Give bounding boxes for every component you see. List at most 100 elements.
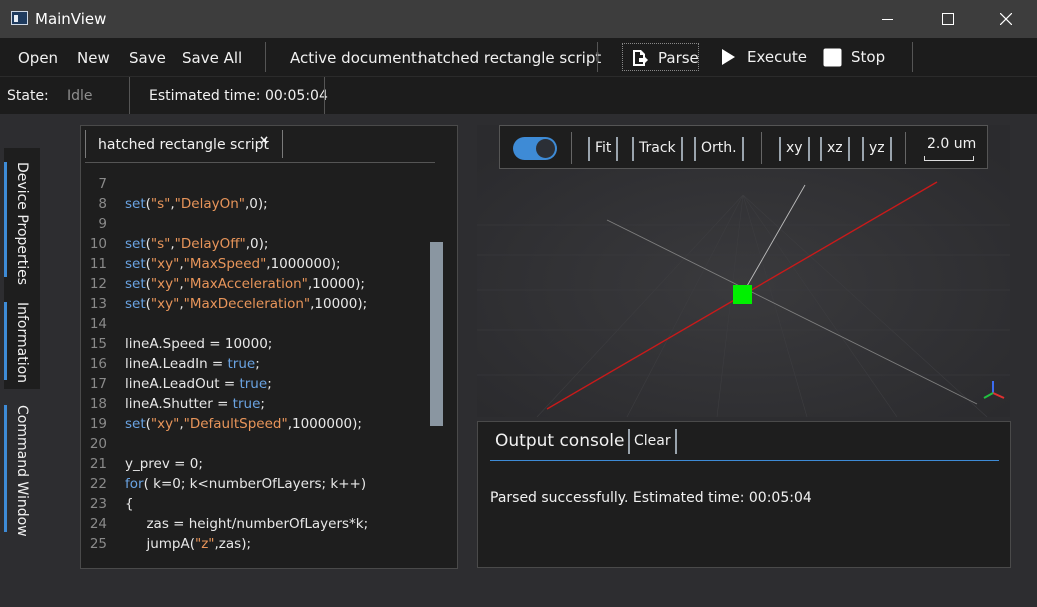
line-number: 8: [98, 196, 107, 212]
code-line: 25 jumpA("z",zas);: [81, 536, 441, 556]
side-tab-accent: [4, 405, 7, 532]
close-window-button[interactable]: [983, 0, 1029, 38]
scale-label: 2.0 um: [927, 136, 977, 152]
line-number: 14: [89, 316, 107, 332]
code-text: set("s","DelayOff",0);: [125, 236, 269, 252]
code-line: 9: [81, 216, 441, 236]
status-bar: State: Idle Estimated time: 00:05:04: [0, 76, 1037, 114]
line-number: 18: [89, 396, 107, 412]
app-window-icon: [11, 11, 28, 25]
code-line: 21 y_prev = 0;: [81, 456, 441, 476]
side-tab-accent: [4, 162, 7, 277]
execute-button[interactable]: Execute: [715, 43, 807, 71]
scale-bar: [924, 156, 974, 161]
output-console: Output console Clear Parsed successfully…: [477, 421, 1011, 568]
side-tab-label: Command Window: [14, 405, 30, 537]
save-button[interactable]: Save: [129, 49, 166, 67]
code-line: 16 lineA.LeadIn = true;: [81, 356, 441, 376]
play-icon: [722, 49, 735, 65]
view-xz-button[interactable]: xz: [820, 137, 850, 161]
code-line: 12 set("xy","MaxAcceleration",10000);: [81, 276, 441, 296]
editor-scrollbar-thumb[interactable]: [430, 242, 443, 426]
editor-tab[interactable]: hatched rectangle script ×: [85, 130, 284, 158]
line-number: 15: [89, 336, 107, 352]
code-area[interactable]: 7 8 set("s","DelayOn",0); 9 10 set("s","Delay…: [81, 176, 441, 556]
code-line: 19 set("xy","DefaultSpeed",1000000);: [81, 416, 441, 436]
code-text: jumpA("z",zas);: [125, 536, 252, 552]
view-toolbar: Fit Track Orth. xy xz yz 2.0 um: [499, 125, 988, 169]
code-text: lineA.Shutter = true;: [125, 396, 265, 412]
toolbar-separator: [265, 42, 266, 72]
toolbar-separator: [597, 42, 598, 72]
title-bar: MainView: [0, 0, 1037, 38]
line-number: 10: [89, 236, 107, 252]
track-button[interactable]: Track: [632, 137, 683, 161]
code-line: 7: [81, 176, 441, 196]
stop-button[interactable]: Stop: [820, 43, 890, 71]
line-number: 12: [89, 276, 107, 292]
code-text: set("xy","MaxSpeed",1000000);: [125, 256, 341, 272]
view-xy-button[interactable]: xy: [779, 137, 810, 161]
active-document-name: hatched rectangle script: [418, 49, 602, 67]
line-number: 16: [89, 356, 107, 372]
code-line: 18 lineA.Shutter = true;: [81, 396, 441, 416]
side-tab-command-window[interactable]: Command Window: [4, 405, 40, 537]
clear-console-button[interactable]: Clear: [628, 429, 677, 454]
code-text: set("xy","MaxAcceleration",10000);: [125, 276, 365, 292]
state-value: Idle: [67, 88, 93, 104]
line-number: 23: [89, 496, 107, 512]
editor-tab-title: hatched rectangle script: [98, 137, 270, 153]
main-toolbar: Open New Save Save All Active document: …: [0, 38, 1037, 76]
fit-button[interactable]: Fit: [588, 137, 619, 161]
side-tab-information[interactable]: Information: [4, 302, 40, 383]
view-toolbar-separator: [761, 132, 762, 164]
close-icon: [1000, 13, 1012, 25]
code-line: 17 lineA.LeadOut = true;: [81, 376, 441, 396]
minimize-button[interactable]: [864, 0, 910, 38]
code-line: 24 zas = height/numberOfLayers*k;: [81, 516, 441, 536]
view-yz-button[interactable]: yz: [862, 137, 892, 161]
status-separator: [324, 77, 325, 114]
active-document-label: Active document:: [290, 49, 422, 67]
window-title: MainView: [35, 10, 107, 28]
side-tab-label: Device Properties: [14, 162, 30, 286]
code-line: 20: [81, 436, 441, 456]
code-text: lineA.LeadOut = true;: [125, 376, 272, 392]
position-marker[interactable]: [733, 285, 752, 304]
code-text: set("s","DelayOn",0);: [125, 196, 268, 212]
maximize-button[interactable]: [924, 0, 970, 38]
save-all-button[interactable]: Save All: [182, 49, 242, 67]
line-number: 7: [98, 176, 107, 192]
code-text: lineA.Speed = 10000;: [125, 336, 273, 352]
new-button[interactable]: New: [77, 49, 110, 67]
status-separator: [129, 77, 130, 114]
parse-icon: [633, 50, 648, 66]
code-line: 22 for( k=0; k<numberOfLayers; k++): [81, 476, 441, 496]
stop-label: Stop: [851, 48, 886, 66]
side-tab-device-properties[interactable]: Device Properties: [4, 162, 40, 285]
stop-icon: [823, 48, 842, 67]
line-number: 24: [89, 516, 107, 532]
tab-close-icon[interactable]: ×: [259, 133, 269, 147]
code-text: for( k=0; k<numberOfLayers; k++): [125, 476, 367, 492]
code-line: 8 set("s","DelayOn",0);: [81, 196, 441, 216]
console-message: Parsed successfully. Estimated time: 00:…: [490, 490, 812, 506]
line-number: 19: [89, 416, 107, 432]
code-line: 15 lineA.Speed = 10000;: [81, 336, 441, 356]
console-title: Output console: [495, 431, 625, 451]
execute-label: Execute: [747, 48, 807, 66]
side-tab-accent: [4, 302, 7, 380]
code-text: {: [125, 496, 134, 512]
parse-button[interactable]: Parse: [622, 43, 699, 71]
code-line: 11 set("xy","MaxSpeed",1000000);: [81, 256, 441, 276]
line-number: 21: [89, 456, 107, 472]
line-number: 25: [89, 536, 107, 552]
open-button[interactable]: Open: [18, 49, 58, 67]
script-editor: hatched rectangle script × 7 8 set("s","De…: [80, 125, 458, 569]
view-toggle-switch[interactable]: [513, 137, 557, 160]
line-number: 9: [98, 216, 107, 232]
code-line: 14: [81, 316, 441, 336]
line-number: 13: [89, 296, 107, 312]
orthographic-button[interactable]: Orth.: [694, 137, 744, 161]
parse-label: Parse: [658, 49, 699, 67]
